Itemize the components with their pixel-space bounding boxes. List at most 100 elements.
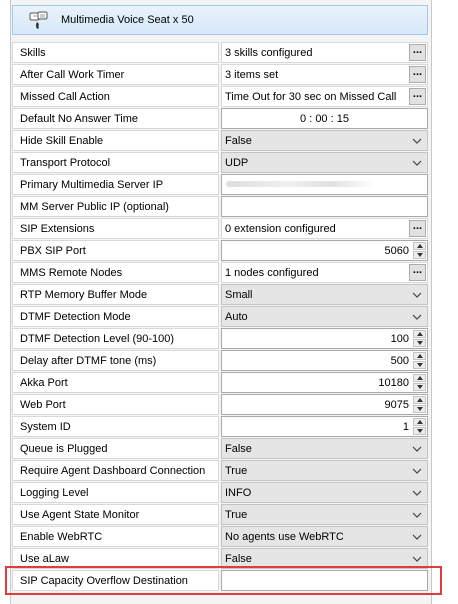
property-row: MMS Remote Nodes 1 nodes configured... <box>12 262 428 284</box>
property-row: DTMF Detection Mode Auto <box>12 306 428 328</box>
chevron-down-icon <box>412 556 422 562</box>
property-value: True <box>225 509 248 521</box>
property-dropdown[interactable]: UDP <box>221 152 428 173</box>
property-label: Require Agent Dashboard Connection <box>12 460 219 481</box>
spin-up-icon[interactable] <box>413 330 426 338</box>
property-value: Auto <box>225 311 248 323</box>
property-row: Akka Port 10180 <box>12 372 428 394</box>
ellipsis-icon[interactable]: ... <box>409 88 426 105</box>
property-value-editor[interactable]: 3 items set... <box>221 64 428 85</box>
property-label: Web Port <box>12 394 219 415</box>
property-dropdown[interactable]: No agents use WebRTC <box>221 526 428 547</box>
property-dropdown[interactable]: INFO <box>221 482 428 503</box>
property-dropdown[interactable]: False <box>221 438 428 459</box>
spin-buttons[interactable] <box>413 396 426 413</box>
spin-down-icon[interactable] <box>413 383 426 391</box>
property-number-stepper[interactable]: 10180 <box>221 372 428 393</box>
property-row: Queue is Plugged False <box>12 438 428 460</box>
property-dropdown[interactable]: True <box>221 460 428 481</box>
chevron-down-icon <box>412 138 422 144</box>
property-label: Queue is Plugged <box>12 438 219 459</box>
property-value: False <box>225 135 252 147</box>
ellipsis-icon[interactable]: ... <box>409 66 426 83</box>
property-number-stepper[interactable]: 5060 <box>221 240 428 261</box>
spin-down-icon[interactable] <box>413 361 426 369</box>
spin-up-icon[interactable] <box>413 242 426 250</box>
spin-down-icon[interactable] <box>413 405 426 413</box>
chevron-down-icon <box>412 490 422 496</box>
property-value: False <box>225 443 252 455</box>
property-row: Default No Answer Time 0 : 00 : 15 <box>12 108 428 130</box>
property-number-stepper[interactable]: 100 <box>221 328 428 349</box>
property-value: 500 <box>390 355 409 367</box>
property-row: Enable WebRTC No agents use WebRTC <box>12 526 428 548</box>
spin-down-icon[interactable] <box>413 251 426 259</box>
spin-up-icon[interactable] <box>413 418 426 426</box>
spin-buttons[interactable] <box>413 330 426 347</box>
spin-buttons[interactable] <box>413 418 426 435</box>
property-dropdown[interactable]: False <box>221 130 428 151</box>
property-value: No agents use WebRTC <box>225 531 344 543</box>
property-number-stepper[interactable]: 1 <box>221 416 428 437</box>
property-label: Enable WebRTC <box>12 526 219 547</box>
property-value: 0 extension configured <box>225 223 336 235</box>
chevron-down-icon <box>412 512 422 518</box>
property-label: Use Agent State Monitor <box>12 504 219 525</box>
spin-buttons[interactable] <box>413 352 426 369</box>
ellipsis-icon[interactable]: ... <box>409 220 426 237</box>
property-row: Web Port 9075 <box>12 394 428 416</box>
property-row: SIP Extensions 0 extension configured... <box>12 218 428 240</box>
chevron-down-icon <box>412 534 422 540</box>
property-row: MM Server Public IP (optional) <box>12 196 428 218</box>
property-value-editor[interactable]: 0 extension configured... <box>221 218 428 239</box>
property-text-input[interactable] <box>221 174 428 195</box>
property-value: Time Out for 30 sec on Missed Call <box>225 91 397 103</box>
property-label: Hide Skill Enable <box>12 130 219 151</box>
property-row: Delay after DTMF tone (ms) 500 <box>12 350 428 372</box>
property-time-input[interactable]: 0 : 00 : 15 <box>221 108 428 129</box>
property-label: MM Server Public IP (optional) <box>12 196 219 217</box>
property-row: Skills 3 skills configured... <box>12 42 428 64</box>
property-label: After Call Work Timer <box>12 64 219 85</box>
property-label: DTMF Detection Mode <box>12 306 219 327</box>
spin-down-icon[interactable] <box>413 339 426 347</box>
property-value-editor[interactable]: 3 skills configured... <box>221 42 428 63</box>
property-value: True <box>225 465 248 477</box>
property-row: Hide Skill Enable False <box>12 130 428 152</box>
chevron-down-icon <box>412 160 422 166</box>
property-label: SIP Extensions <box>12 218 219 239</box>
chevron-down-icon <box>412 314 422 320</box>
property-label: Transport Protocol <box>12 152 219 173</box>
property-dropdown[interactable]: Small <box>221 284 428 305</box>
redacted-value <box>226 181 376 187</box>
spin-up-icon[interactable] <box>413 396 426 404</box>
property-row: DTMF Detection Level (90-100) 100 <box>12 328 428 350</box>
ellipsis-icon[interactable]: ... <box>409 44 426 61</box>
property-value: 3 skills configured <box>225 47 313 59</box>
property-value: 1 <box>402 421 409 433</box>
property-label: Akka Port <box>12 372 219 393</box>
property-value-editor[interactable]: Time Out for 30 sec on Missed Call... <box>221 86 428 107</box>
property-row: System ID 1 <box>12 416 428 438</box>
property-number-stepper[interactable]: 9075 <box>221 394 428 415</box>
spin-buttons[interactable] <box>413 374 426 391</box>
spin-buttons[interactable] <box>413 242 426 259</box>
property-value: UDP <box>225 157 249 169</box>
property-value: 3 items set <box>225 69 279 81</box>
property-number-stepper[interactable]: 500 <box>221 350 428 371</box>
spin-down-icon[interactable] <box>413 427 426 435</box>
property-dropdown[interactable]: True <box>221 504 428 525</box>
property-text-input[interactable] <box>221 196 428 217</box>
property-value: 9075 <box>384 399 409 411</box>
property-value-editor[interactable]: 1 nodes configured... <box>221 262 428 283</box>
spin-up-icon[interactable] <box>413 352 426 360</box>
property-label: MMS Remote Nodes <box>12 262 219 283</box>
property-row: Missed Call Action Time Out for 30 sec on… <box>12 86 428 108</box>
property-row: Use Agent State Monitor True <box>12 504 428 526</box>
property-label: RTP Memory Buffer Mode <box>12 284 219 305</box>
ellipsis-icon[interactable]: ... <box>409 264 426 281</box>
property-dropdown[interactable]: Auto <box>221 306 428 327</box>
spin-up-icon[interactable] <box>413 374 426 382</box>
highlight-box <box>5 566 442 595</box>
property-label: DTMF Detection Level (90-100) <box>12 328 219 349</box>
